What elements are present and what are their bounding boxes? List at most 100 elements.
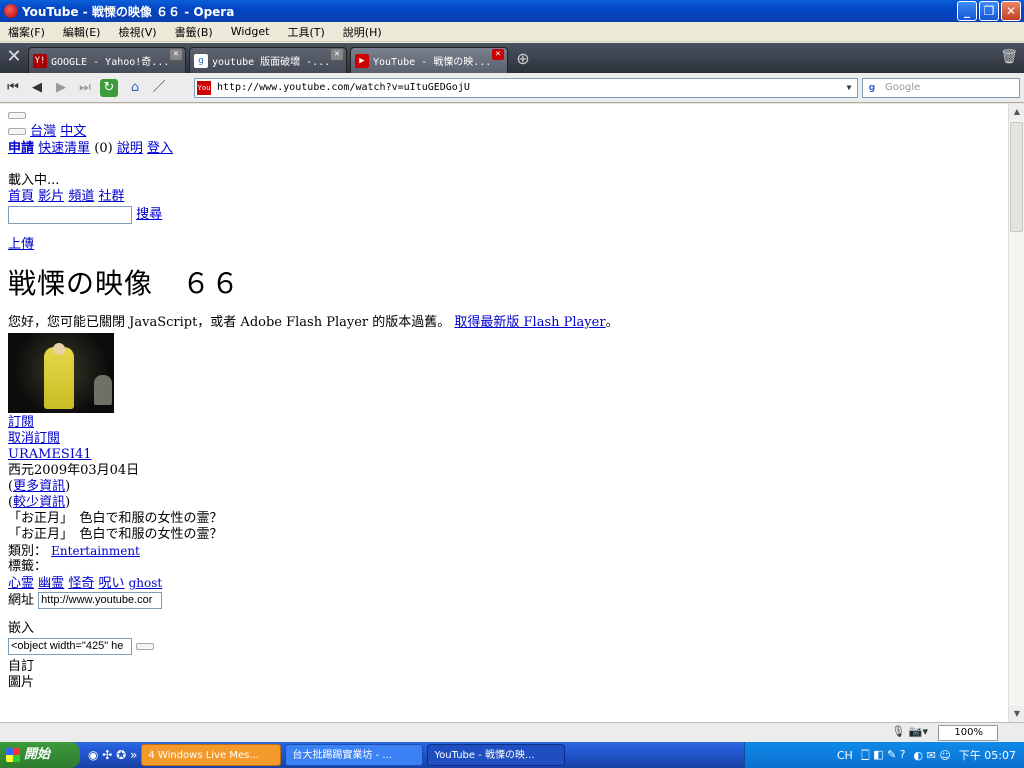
menu-widget[interactable]: Widget xyxy=(231,25,270,38)
login-link[interactable]: 登入 xyxy=(147,141,173,156)
menu-edit[interactable]: 編輯(E) xyxy=(63,24,101,40)
search-link[interactable]: 搜尋 xyxy=(136,207,162,222)
nav-channels-link[interactable]: 頻道 xyxy=(68,189,94,204)
opera-icon xyxy=(4,4,18,18)
address-field[interactable]: You http://www.youtube.com/watch?v=uItuG… xyxy=(194,78,858,98)
paren-close: ) xyxy=(65,479,71,494)
taskbar-item-messenger[interactable]: 4 Windows Live Mes... xyxy=(141,744,282,766)
camera-icon[interactable]: 📷▾ xyxy=(909,725,928,738)
locale-language-link[interactable]: 中文 xyxy=(60,124,86,139)
tab-google[interactable]: Y! GOOGLE - Yahoo!奇... ✕ xyxy=(28,47,186,73)
mic-icon[interactable]: 🎙 xyxy=(891,725,905,738)
account-row: 申請 快速清單 (0) 說明 登入 xyxy=(8,141,998,157)
menu-tools[interactable]: 工具(T) xyxy=(287,24,324,40)
tag-link[interactable]: 心霊 xyxy=(8,576,34,591)
flash-notice-text: 您好，您可能已關閉 JavaScript，或者 Adobe Flash Play… xyxy=(8,315,451,330)
upload-link[interactable]: 上傳 xyxy=(8,237,34,252)
search-field[interactable]: g Google xyxy=(862,78,1020,98)
site-search-input[interactable] xyxy=(8,205,132,224)
ime-icons[interactable]: 🀆 ◧ ✎ ? xyxy=(861,748,906,762)
tag-link[interactable]: ghost xyxy=(129,576,163,590)
nav-home-link[interactable]: 首頁 xyxy=(8,189,34,204)
upload-date: 西元2009年03月04日 xyxy=(8,463,140,478)
quick-launch-icons[interactable]: ◉ ✣ ✪ » xyxy=(88,748,137,762)
google-favicon-icon: g xyxy=(194,53,208,68)
tab-close-icon[interactable]: ✕ xyxy=(492,49,504,60)
help-link[interactable]: 說明 xyxy=(117,141,143,156)
menu-view[interactable]: 檢視(V) xyxy=(118,24,156,40)
start-button[interactable]: 開始 xyxy=(0,742,80,768)
quicklist-link[interactable]: 快速清單 xyxy=(38,141,90,156)
minimize-button[interactable]: _ xyxy=(957,1,977,21)
uploader-link[interactable]: URAMESI41 xyxy=(8,447,92,462)
menu-help[interactable]: 說明(H) xyxy=(343,24,382,40)
maximize-button[interactable]: ❐ xyxy=(979,1,999,21)
signup-link[interactable]: 申請 xyxy=(8,141,34,156)
vertical-scrollbar[interactable]: ▲ ▼ xyxy=(1008,104,1024,722)
tag-link[interactable]: 呪い xyxy=(98,576,124,591)
empty-button[interactable] xyxy=(8,128,26,135)
tools-icon[interactable]: ✕ xyxy=(0,43,28,73)
page-viewport: 台灣 中文 申請 快速清單 (0) 說明 登入 載入中... 首頁 影片 頻道 … xyxy=(0,104,1008,722)
video-url-field[interactable]: http://www.youtube.cor xyxy=(38,592,163,609)
thumbnail-ghost xyxy=(94,375,112,405)
less-info-link[interactable]: 較少資訊 xyxy=(13,495,65,510)
tab-label: youtube 版面破壞 -... xyxy=(212,57,331,68)
flash-notice-end: 。 xyxy=(605,315,619,330)
tag-link[interactable]: 幽霊 xyxy=(38,576,64,591)
category-link[interactable]: Entertainment xyxy=(51,544,140,558)
forward-icon[interactable]: ▶ xyxy=(50,77,72,99)
taskbar-item-ptt[interactable]: 台大批踢踢實業坊 - ... xyxy=(285,744,424,766)
unsubscribe-link[interactable]: 取消訂閱 xyxy=(8,431,60,446)
tab-label: YouTube - 戦慄の映... xyxy=(373,57,492,68)
close-button[interactable]: ✕ xyxy=(1001,1,1021,21)
address-text: http://www.youtube.com/watch?v=uItuGEDGo… xyxy=(217,82,470,93)
menu-bookmarks[interactable]: 書籤(B) xyxy=(175,24,213,40)
locale-region-link[interactable]: 台灣 xyxy=(30,124,56,139)
task-label: 4 Windows Live Mes... xyxy=(148,750,259,761)
subscribe-link[interactable]: 訂閱 xyxy=(8,415,34,430)
rewind-icon[interactable]: ⏮ xyxy=(2,77,24,99)
fast-forward-icon[interactable]: ⏭ xyxy=(74,77,96,99)
window-title: YouTube - 戦慄の映像 ６６ - Opera xyxy=(22,4,235,19)
embed-code-field[interactable]: <object width="425" he xyxy=(8,638,132,655)
taskbar-item-opera[interactable]: YouTube - 戦慄の映... xyxy=(427,744,566,766)
more-info-row: (更多資訊) xyxy=(8,479,998,495)
more-info-link[interactable]: 更多資訊 xyxy=(13,479,65,494)
google-search-icon: g xyxy=(868,83,876,93)
uploader-thumbnail[interactable] xyxy=(8,333,114,413)
new-tab-icon[interactable]: ⊕ xyxy=(511,47,535,73)
top-button-row xyxy=(8,108,998,124)
reload-icon[interactable]: ↻ xyxy=(100,78,118,97)
locale-row: 台灣 中文 xyxy=(8,124,998,140)
window-controls: _ ❐ ✕ xyxy=(957,1,1021,21)
tab-youtube-video[interactable]: ▶ YouTube - 戦慄の映... ✕ xyxy=(350,47,508,73)
chevron-down-icon[interactable]: ▼ xyxy=(842,80,856,96)
scroll-thumb[interactable] xyxy=(1010,122,1023,232)
menu-file[interactable]: 檔案(F) xyxy=(8,24,45,40)
page-content: 台灣 中文 申請 快速清單 (0) 說明 登入 載入中... 首頁 影片 頻道 … xyxy=(8,108,998,691)
tab-close-icon[interactable]: ✕ xyxy=(170,49,182,60)
empty-button[interactable] xyxy=(8,112,26,119)
description-line: 「お正月」 色白で和服の女性の霊？ xyxy=(8,527,223,542)
embed-options-button[interactable] xyxy=(136,643,155,650)
tag-link[interactable]: 怪奇 xyxy=(68,576,94,591)
scroll-down-icon[interactable]: ▼ xyxy=(1009,706,1024,722)
address-toolbar: ⏮ ◀ ▶ ⏭ ↻ ⌂ ／ You http://www.youtube.com… xyxy=(0,73,1024,103)
tab-close-icon[interactable]: ✕ xyxy=(331,49,343,60)
nav-community-link[interactable]: 社群 xyxy=(98,189,124,204)
zoom-control[interactable]: 100% xyxy=(938,725,998,741)
home-icon[interactable]: ⌂ xyxy=(124,77,146,99)
nav-videos-link[interactable]: 影片 xyxy=(38,189,64,204)
back-icon[interactable]: ◀ xyxy=(26,77,48,99)
embed-label: 嵌入 xyxy=(8,621,35,636)
tray-icons[interactable]: ◐ ✉ ☺ xyxy=(914,749,951,762)
get-flash-link[interactable]: 取得最新版 Flash Player xyxy=(454,315,605,330)
tab-youtube-layout[interactable]: g youtube 版面破壞 -... ✕ xyxy=(189,47,347,73)
wand-icon[interactable]: ／ xyxy=(148,77,170,99)
scroll-up-icon[interactable]: ▲ xyxy=(1009,104,1024,120)
input-language[interactable]: CH xyxy=(837,749,853,762)
trash-icon[interactable]: 🗑 xyxy=(1000,49,1018,65)
windows-taskbar: 開始 ◉ ✣ ✪ » 4 Windows Live Mes... 台大批踢踢實業… xyxy=(0,742,1024,768)
flash-notice: 您好，您可能已關閉 JavaScript，或者 Adobe Flash Play… xyxy=(8,315,998,331)
